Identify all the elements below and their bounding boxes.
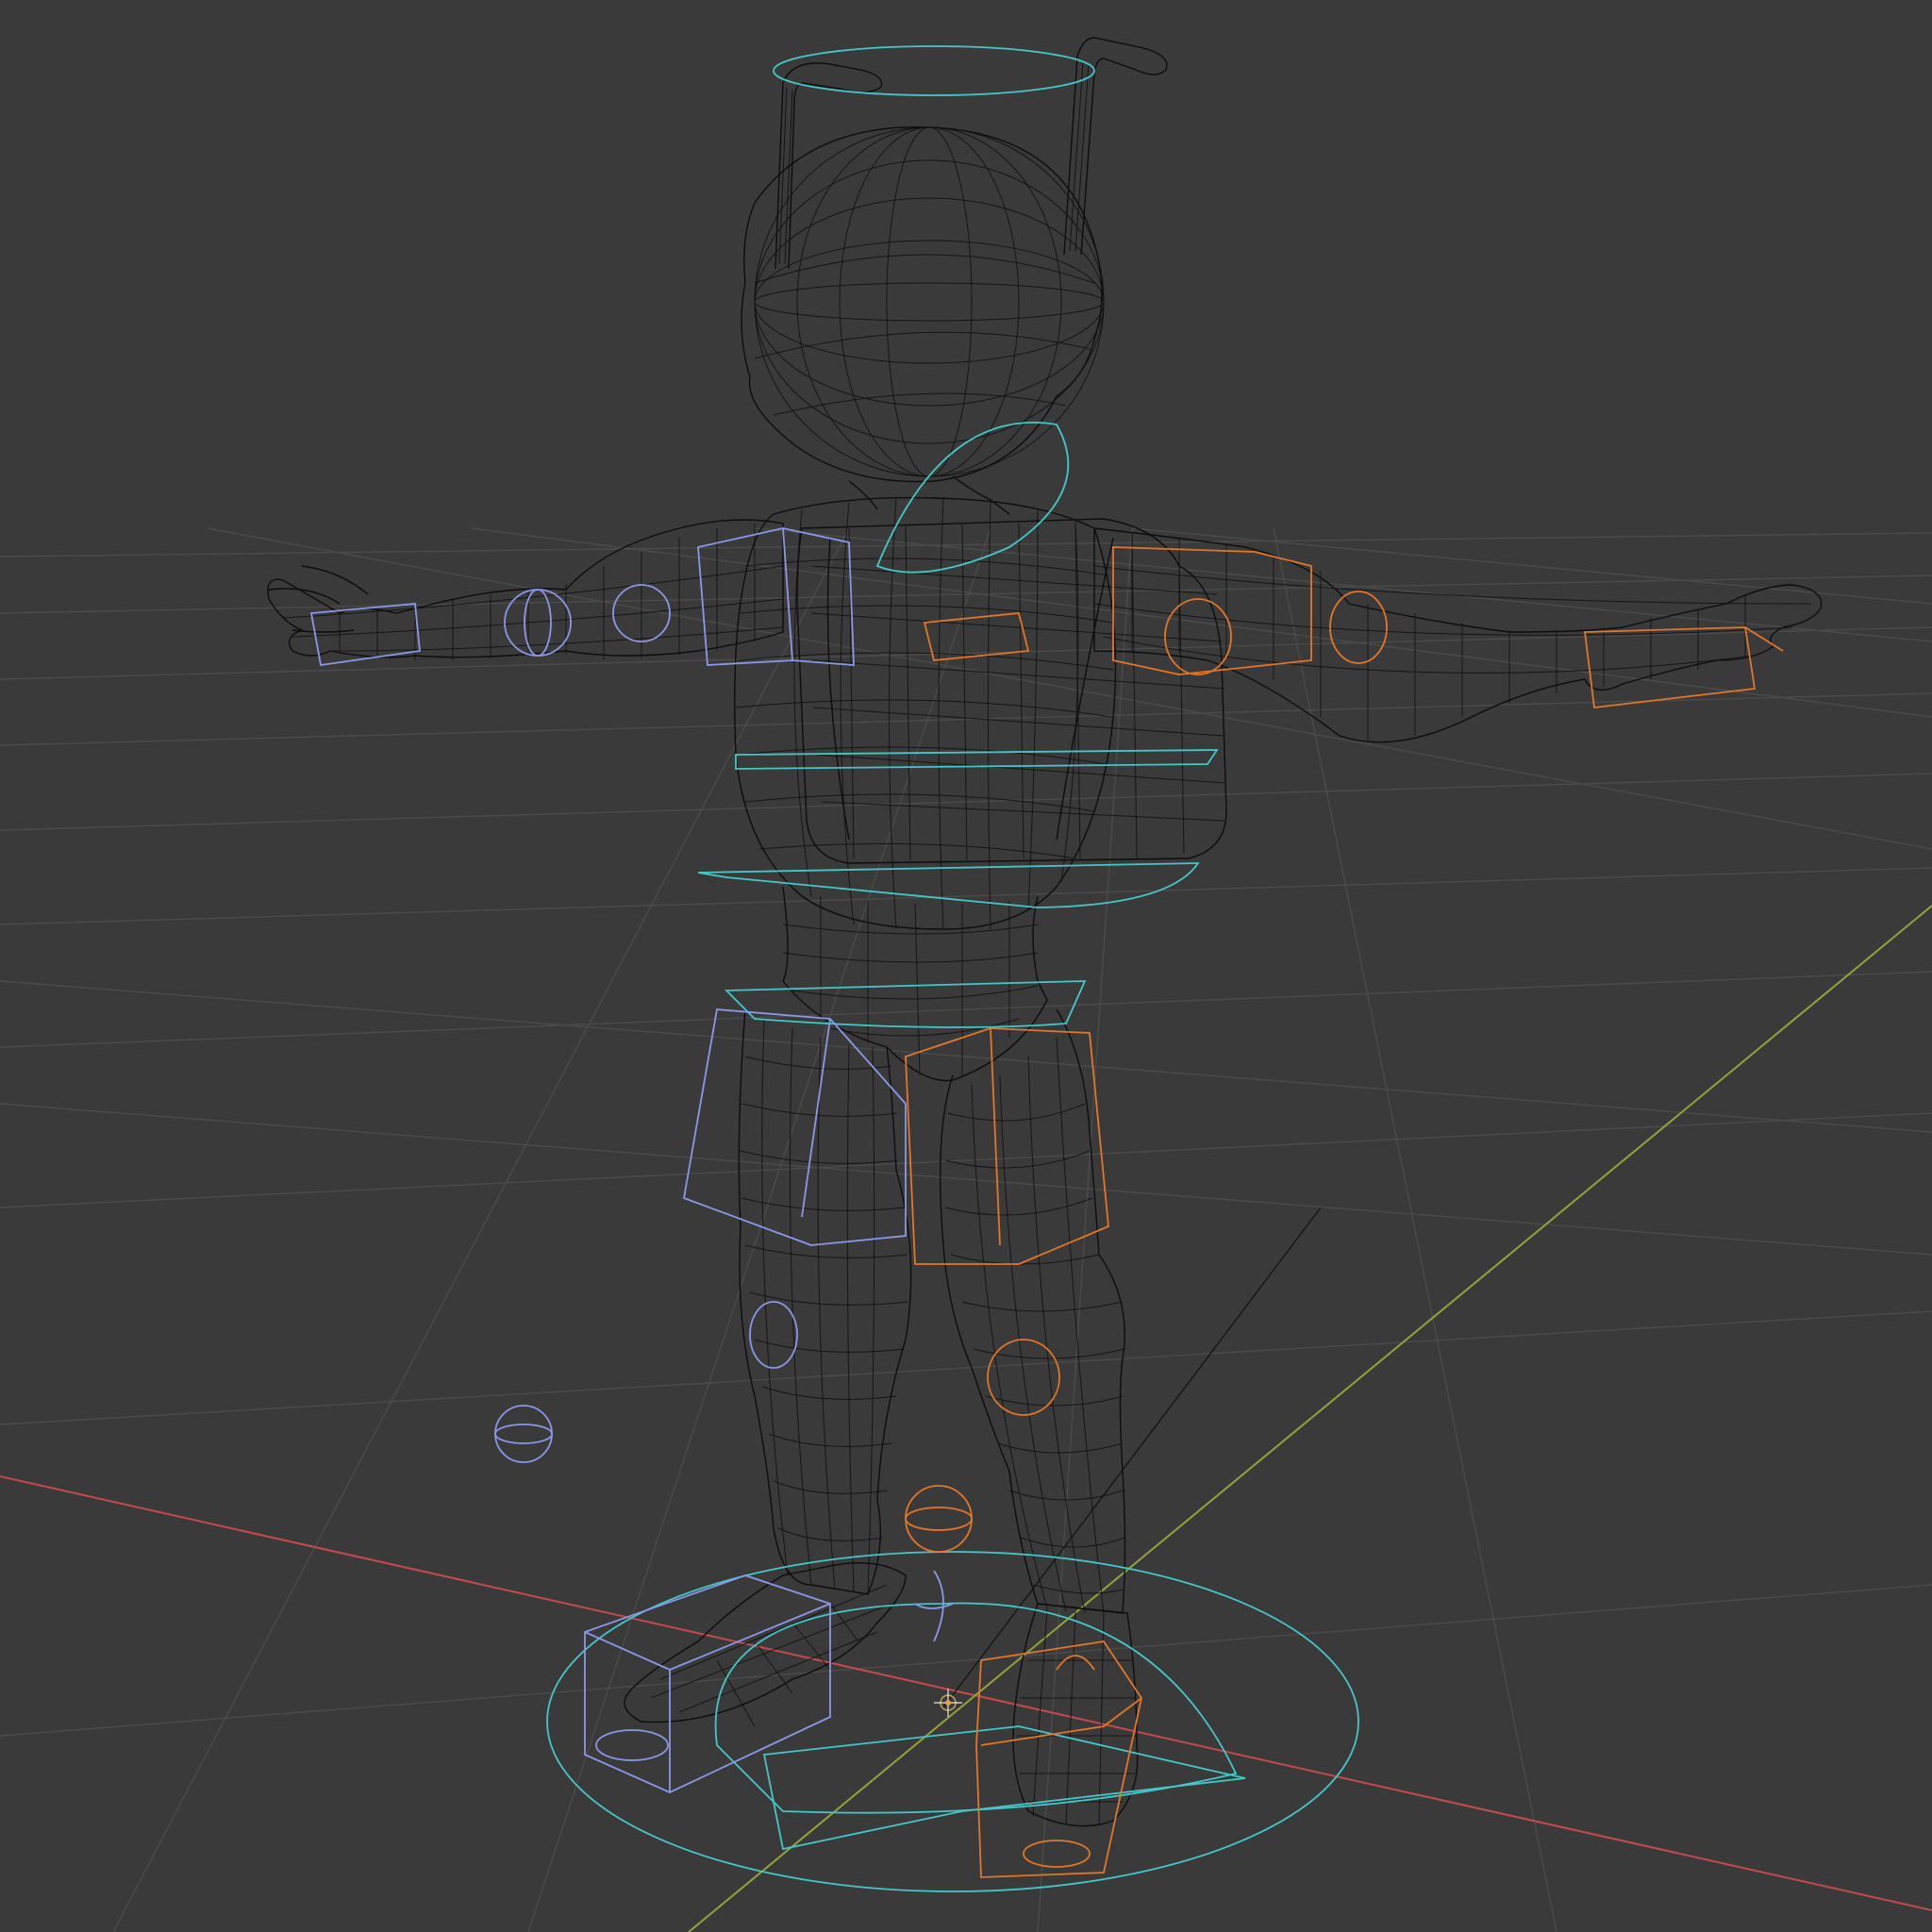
viewport-canvas[interactable]	[0, 0, 1932, 1932]
origin-icon	[945, 1700, 951, 1706]
3d-viewport[interactable]	[0, 0, 1932, 1932]
viewport-background	[0, 0, 1932, 1932]
